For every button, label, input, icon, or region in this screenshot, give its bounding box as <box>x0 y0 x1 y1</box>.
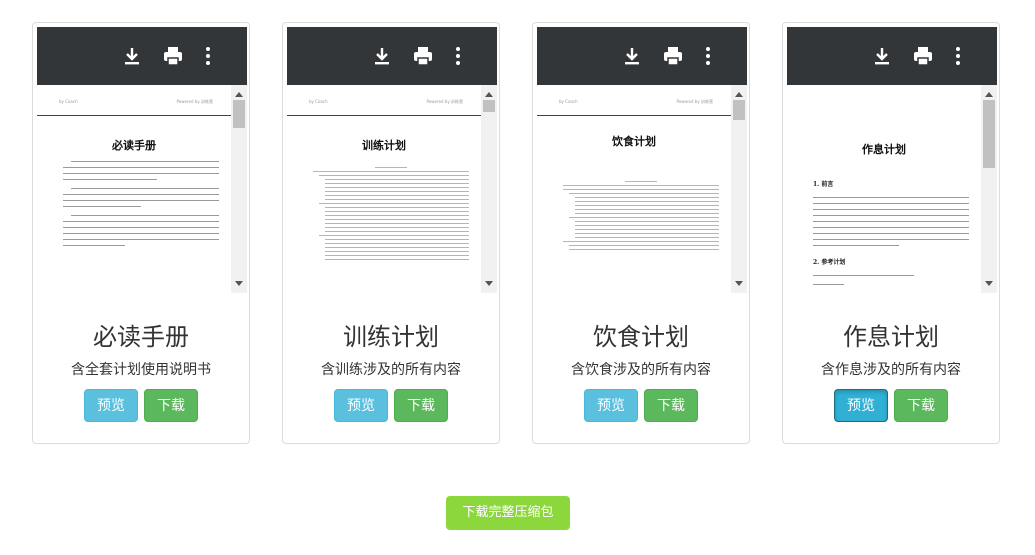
more-vertical-icon[interactable] <box>952 45 964 67</box>
preview-button[interactable]: 预览 <box>834 389 888 422</box>
card-title: 作息计划 <box>843 323 939 351</box>
pdf-page: by Coach Powered by 训练营 训练计划 <box>287 85 481 293</box>
download-icon[interactable] <box>621 45 643 67</box>
preview-button[interactable]: 预览 <box>84 389 138 422</box>
doc-table-of-contents <box>563 181 719 253</box>
more-vertical-icon[interactable] <box>702 45 714 67</box>
pdf-viewer[interactable]: 作息计划 1. 前言 2. 参考计划 <box>787 27 997 293</box>
preview-button[interactable]: 预览 <box>334 389 388 422</box>
pdf-scrollbar[interactable] <box>981 85 997 293</box>
card-title: 必读手册 <box>93 323 189 351</box>
download-button[interactable]: 下载 <box>144 389 198 422</box>
pdf-toolbar <box>787 27 997 85</box>
print-icon[interactable] <box>412 45 434 67</box>
pdf-toolbar <box>537 27 747 85</box>
pdf-page: by Coach Powered by 训练营 必读手册 <box>37 85 231 293</box>
plan-card-schedule: 作息计划 1. 前言 2. 参考计划 作息计划 含作息涉及的所有内容 预览 下载 <box>782 22 1000 444</box>
card-description: 含全套计划使用说明书 <box>71 362 211 378</box>
download-button[interactable]: 下载 <box>394 389 448 422</box>
card-description: 含作息涉及的所有内容 <box>821 362 961 378</box>
doc-header: by Coach Powered by 训练营 <box>59 99 213 104</box>
doc-body-text <box>63 161 219 251</box>
print-icon[interactable] <box>912 45 934 67</box>
card-title: 训练计划 <box>343 323 439 351</box>
pdf-page: 作息计划 1. 前言 2. 参考计划 <box>787 85 981 293</box>
download-icon[interactable] <box>371 45 393 67</box>
doc-header-rule <box>537 115 731 116</box>
plan-card-training: by Coach Powered by 训练营 训练计划 训练计划 含训练涉及的所… <box>282 22 500 444</box>
doc-header-rule <box>37 115 231 116</box>
print-icon[interactable] <box>662 45 684 67</box>
download-zip-button[interactable]: 下载完整压缩包 <box>446 496 570 530</box>
pdf-scrollbar[interactable] <box>731 85 747 293</box>
doc-table-of-contents <box>313 167 469 263</box>
doc-body-text <box>813 197 969 251</box>
pdf-toolbar <box>37 27 247 85</box>
doc-body-text <box>813 275 969 290</box>
doc-title: 训练计划 <box>362 139 406 152</box>
pdf-page: by Coach Powered by 训练营 饮食计划 <box>537 85 731 293</box>
doc-title: 必读手册 <box>112 139 156 152</box>
doc-header-rule <box>287 115 481 116</box>
doc-title: 作息计划 <box>862 143 906 156</box>
doc-section-heading: 2. 参考计划 <box>813 259 846 266</box>
pdf-scrollbar[interactable] <box>231 85 247 293</box>
print-icon[interactable] <box>162 45 184 67</box>
plan-card-handbook: by Coach Powered by 训练营 必读手册 必读手册 含全套计划使用… <box>32 22 250 444</box>
pdf-toolbar <box>287 27 497 85</box>
more-vertical-icon[interactable] <box>202 45 214 67</box>
more-vertical-icon[interactable] <box>452 45 464 67</box>
doc-header: by Coach Powered by 训练营 <box>559 99 713 104</box>
download-button[interactable]: 下载 <box>894 389 948 422</box>
doc-title: 饮食计划 <box>612 135 656 148</box>
card-description: 含训练涉及的所有内容 <box>321 362 461 378</box>
card-description: 含饮食涉及的所有内容 <box>571 362 711 378</box>
pdf-viewer[interactable]: by Coach Powered by 训练营 训练计划 <box>287 27 497 293</box>
pdf-viewer[interactable]: by Coach Powered by 训练营 必读手册 <box>37 27 247 293</box>
plan-card-diet: by Coach Powered by 训练营 饮食计划 饮食计划 含饮食涉及的所… <box>532 22 750 444</box>
pdf-viewer[interactable]: by Coach Powered by 训练营 饮食计划 <box>537 27 747 293</box>
download-icon[interactable] <box>121 45 143 67</box>
pdf-scrollbar[interactable] <box>481 85 497 293</box>
doc-header: by Coach Powered by 训练营 <box>309 99 463 104</box>
doc-section-heading: 1. 前言 <box>813 181 834 188</box>
download-button[interactable]: 下载 <box>644 389 698 422</box>
download-icon[interactable] <box>871 45 893 67</box>
card-title: 饮食计划 <box>593 323 689 351</box>
preview-button[interactable]: 预览 <box>584 389 638 422</box>
